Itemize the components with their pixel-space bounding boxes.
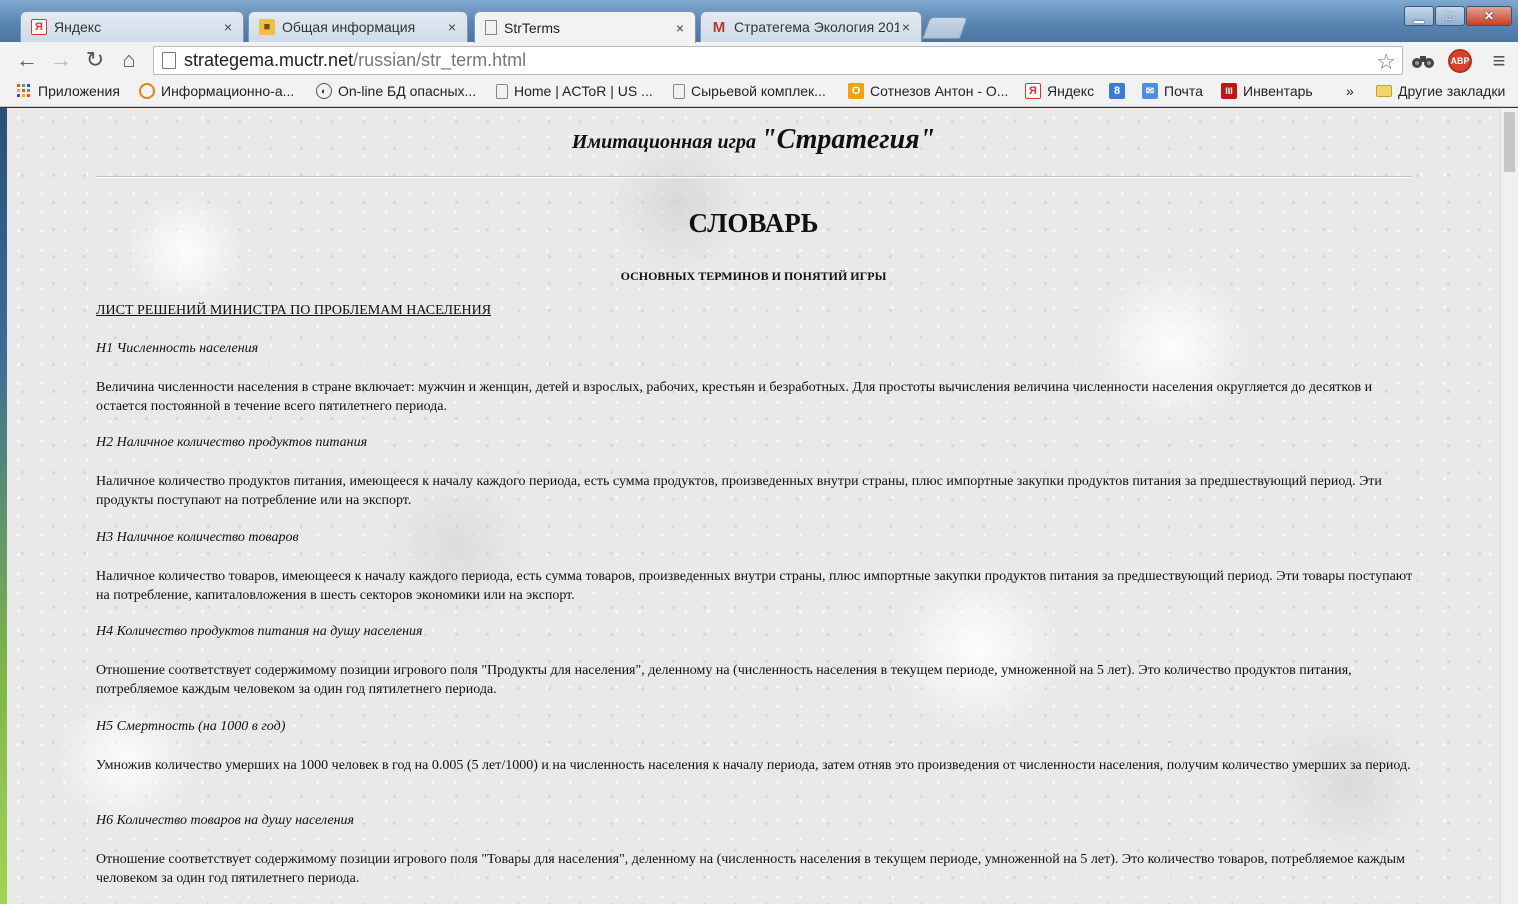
term-h5-description: Умножив количество умерших на 1000 челов… (96, 758, 1411, 773)
menu-icon[interactable]: ≡ (1486, 48, 1512, 73)
tab-yandex[interactable]: Я Яндекс × (20, 11, 244, 42)
term-h3: Н3 Наличное количество товаров (96, 530, 299, 545)
bookmark-online-db[interactable]: ◐ On-line БД опасных... (316, 83, 476, 99)
bookmark-info-analytics[interactable]: Информационно-а... (139, 83, 294, 99)
url-host: strategema.muctr.net (184, 50, 354, 70)
folder-icon (1376, 85, 1392, 97)
window-controls: ▁ □ ✕ (1404, 6, 1512, 26)
yandex-icon: Я (31, 19, 47, 35)
vertical-scrollbar[interactable] (1500, 108, 1518, 904)
bookmark-sotnezov[interactable]: O Сотнезов Антон - О... (848, 83, 1008, 99)
tab-general-info[interactable]: ■ Общая информация × (248, 11, 468, 42)
adblock-plus-icon[interactable]: ABP (1447, 49, 1473, 73)
term-h1: Н1 Численность населения (96, 341, 259, 356)
bookmark-yandex[interactable]: Я Яндекс (1025, 83, 1094, 99)
close-icon[interactable]: × (445, 19, 459, 35)
info-icon: ■ (259, 19, 275, 35)
close-window-icon[interactable]: ✕ (1466, 6, 1512, 26)
bookmark-raw-complex[interactable]: Сырьевой комплек... (673, 83, 826, 99)
reload-icon[interactable]: ↻ (78, 45, 112, 75)
forward-arrow-icon[interactable]: → (44, 45, 78, 75)
section-link-population-minister[interactable]: ЛИСТ РЕШЕНИЙ МИНИСТРА ПО ПРОБЛЕМАМ НАСЕЛ… (96, 303, 491, 319)
bookmark-label: Сотнезов Антон - О... (870, 83, 1009, 99)
address-bar[interactable]: strategema.muctr.net/russian/str_term.ht… (153, 46, 1403, 75)
page-title: СЛОВАРЬ (688, 208, 819, 238)
home-icon[interactable]: ⌂ (112, 45, 146, 75)
page-content: Имитационная игра "Стратегия" СЛОВАРЬ ОС… (7, 108, 1500, 904)
term-h6-description: Отношение соответствует содержимому пози… (96, 852, 1405, 886)
bookmarks-overflow-chevron-icon[interactable]: » (1346, 83, 1354, 99)
bookmark-label: Инвентарь (1243, 83, 1313, 99)
tab-strategema-ecology[interactable]: M Стратегема Экология 201 × (700, 11, 922, 42)
info-circle-icon (139, 83, 155, 99)
bookmark-apps[interactable]: Приложения (16, 83, 120, 99)
bookmark-inventory[interactable]: III Инвентарь (1221, 83, 1313, 99)
bookmark-label: Приложения (38, 83, 120, 99)
bookmarks-bar: Приложения Информационно-а... ◐ On-line … (0, 78, 1518, 107)
horizontal-rule (96, 176, 1412, 178)
bookmark-google-plus[interactable]: 8 (1109, 83, 1131, 99)
inventory-icon: III (1221, 83, 1237, 99)
term-h2-description: Наличное количество продуктов питания, и… (96, 474, 1382, 508)
game-title-prefix: Имитационная игра (571, 131, 757, 153)
close-icon[interactable]: × (673, 20, 687, 36)
page-subtitle: ОСНОВНЫХ ТЕРМИНОВ И ПОНЯТИЙ ИГРЫ (620, 269, 887, 283)
game-title-name: "Стратегия" (761, 124, 936, 155)
outlook-icon: O (848, 83, 864, 99)
browser-toolbar: ← → ↻ ⌂ strategema.muctr.net/russian/str… (0, 42, 1518, 78)
adblock-label: ABP (1448, 49, 1472, 73)
gmail-icon: M (712, 18, 726, 36)
tab-title: StrTerms (504, 19, 560, 36)
url-path: /russian/str_term.html (353, 50, 527, 70)
bookmark-mail[interactable]: ✉ Почта (1142, 83, 1203, 99)
close-icon[interactable]: × (899, 19, 913, 35)
page-icon (485, 20, 497, 35)
bookmark-actor[interactable]: Home | ACToR | US ... (496, 83, 653, 99)
bookmark-label: Информационно-а... (161, 83, 295, 99)
other-bookmarks-folder[interactable]: Другие закладки (1376, 83, 1505, 99)
tab-strterms[interactable]: StrTerms × (474, 11, 696, 43)
desktop-edge (0, 108, 7, 904)
term-h5: Н5 Смертность (на 1000 в год) (96, 719, 286, 734)
close-icon[interactable]: × (221, 19, 235, 35)
term-h4: Н4 Количество продуктов питания на душу … (96, 624, 423, 639)
term-h2: Н2 Наличное количество продуктов питания (96, 435, 368, 450)
google-plus-icon: 8 (1109, 83, 1125, 99)
globe-icon: ◐ (316, 83, 332, 99)
bookmark-star-icon[interactable]: ☆ (1376, 49, 1396, 75)
back-arrow-icon[interactable]: ← (10, 45, 44, 75)
yandex-icon: Я (1025, 83, 1041, 99)
game-heading: Имитационная игра "Стратегия" (7, 124, 1500, 156)
bookmark-label: On-line БД опасных... (338, 83, 477, 99)
apps-grid-icon (16, 83, 32, 99)
bookmark-label: Сырьевой комплек... (691, 83, 826, 99)
mail-icon: ✉ (1142, 83, 1158, 99)
term-h3-description: Наличное количество товаров, имеющееся к… (96, 569, 1413, 603)
tab-title: Стратегема Экология 201 (734, 19, 899, 35)
tab-title: Яндекс (54, 19, 102, 35)
tab-title: Общая информация (282, 19, 416, 35)
minimize-icon[interactable]: ▁ (1404, 6, 1434, 26)
bookmark-label: Яндекс (1047, 83, 1095, 99)
term-h6: Н6 Количество товаров на душу населения (96, 813, 355, 828)
page-icon (162, 52, 176, 69)
bookmark-label: Другие закладки (1398, 83, 1506, 99)
maximize-icon[interactable]: □ (1435, 6, 1465, 26)
new-tab-button[interactable] (921, 17, 969, 39)
page-icon (673, 83, 685, 99)
page-icon (496, 83, 508, 99)
bookmark-label: Home | ACToR | US ... (514, 83, 653, 99)
bookmark-label: Почта (1164, 83, 1203, 99)
term-h4-description: Отношение соответствует содержимому пози… (96, 663, 1352, 697)
binoculars-icon[interactable] (1410, 49, 1436, 73)
window-titlebar: Я Яндекс × ■ Общая информация × StrTerms… (0, 0, 1518, 43)
term-h1-description: Величина численности населения в стране … (96, 380, 1373, 414)
scrollbar-thumb[interactable] (1504, 112, 1515, 172)
